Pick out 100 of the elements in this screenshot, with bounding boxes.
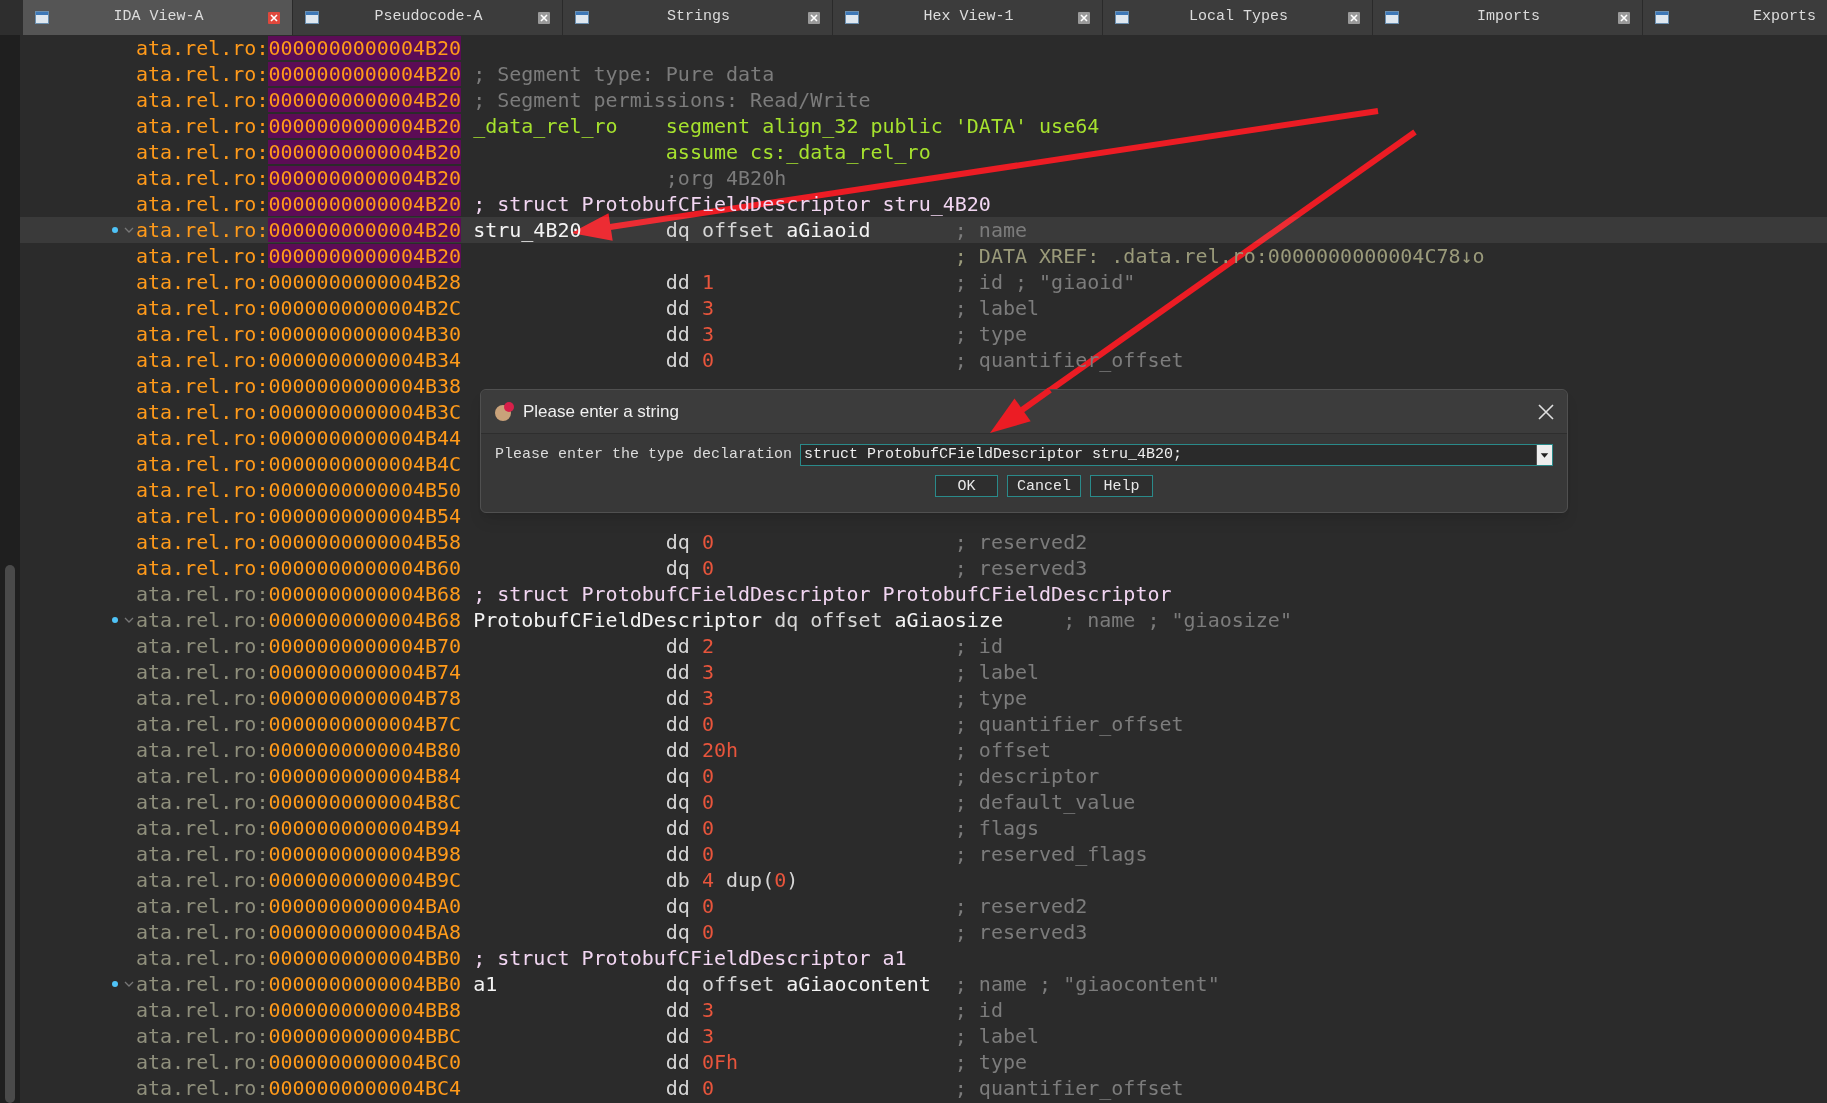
type-declaration-field[interactable]: struct ProtobufCFieldDescriptor stru_4B20; (800, 444, 1553, 467)
dialog-button[interactable]: Cancel (1007, 474, 1081, 497)
comment-text: ; name ; "giaocontent" (954, 971, 1220, 997)
instruction-text: dd 1 (665, 270, 714, 294)
comment-text: ; id (954, 633, 1003, 659)
instruction-text: dq 0 (665, 764, 714, 788)
instruction-text: db 4 dup(0) (665, 868, 799, 892)
address-text: ata.rel.ro:0000000000004B4C (136, 451, 462, 477)
comment-text: ; label (954, 1023, 1040, 1049)
address-text: ata.rel.ro:0000000000004B84 (136, 763, 462, 789)
address-text: ata.rel.ro:0000000000004B78 (136, 685, 462, 711)
address-text: ata.rel.ro:0000000000004B80 (136, 737, 462, 763)
label-text: ; struct ProtobufCFieldDescriptor a1 (473, 946, 907, 970)
instruction-text: ;org 4B20h (665, 166, 787, 190)
address-text: ata.rel.ro:0000000000004BC0 (136, 1049, 462, 1075)
address-text: ata.rel.ro:0000000000004BB8 (136, 997, 462, 1023)
close-icon[interactable] (1537, 402, 1555, 421)
address-text: ata.rel.ro:0000000000004B28 (136, 269, 462, 295)
comment-text: ; default_value (954, 789, 1136, 815)
instruction-text: dq 0 (665, 790, 714, 814)
label-text: ; Segment permissions: Read/Write (473, 88, 871, 112)
close-icon[interactable] (1078, 11, 1090, 24)
dialog-title: Please enter a string (523, 400, 679, 423)
close-icon[interactable] (268, 11, 280, 24)
instruction-text: dq 0 (665, 530, 714, 554)
comment-text: ; reserved3 (954, 919, 1088, 945)
instruction-text: dd 0 (665, 842, 714, 866)
address-text: ata.rel.ro:0000000000004B70 (136, 633, 462, 659)
address-text: ata.rel.ro:0000000000004B2C (136, 295, 462, 321)
address-text: ata.rel.ro:0000000000004BBC (136, 1023, 462, 1049)
window-icon (575, 11, 589, 24)
instruction-text: dq offset aGiaoid (665, 218, 871, 242)
comment-text: ; type (954, 685, 1028, 711)
instruction-text: dd 3 (665, 1024, 714, 1048)
address-text: ata.rel.ro:0000000000004B50 (136, 477, 462, 503)
instruction-text: dd 20h (665, 738, 739, 762)
address-text: ata.rel.ro:0000000000004BA8 (136, 919, 462, 945)
comment-text: ; offset (954, 737, 1052, 763)
address-text: ata.rel.ro:0000000000004B54 (136, 503, 462, 529)
address-text: ata.rel.ro:0000000000004B20 (136, 165, 462, 191)
instruction-text: dd 0 (665, 816, 714, 840)
label-text: ProtobufCFieldDescriptor (473, 608, 763, 632)
window-icon (1385, 11, 1399, 24)
tab[interactable]: IDA View-A (23, 0, 293, 35)
prompt-label: Please enter the type declaration (495, 445, 793, 465)
comment-text: ; quantifier_offset (954, 711, 1184, 737)
address-text: ata.rel.ro:0000000000004B20 (136, 35, 462, 61)
label-text: ; Segment type: Pure data (473, 62, 775, 86)
comment-text: ; id ; "giaoid" (954, 269, 1136, 295)
comment-text: ; reserved2 (954, 893, 1088, 919)
instruction-text: dd 3 (665, 660, 714, 684)
comment-text: ; label (954, 295, 1040, 321)
instruction-text: dq offset aGiaocontent (665, 972, 931, 996)
arrowhead (990, 387, 1052, 433)
comment-text: ; reserved_flags (954, 841, 1148, 867)
close-icon[interactable] (1618, 11, 1630, 24)
comment-text: ; label (954, 659, 1040, 685)
window-icon (35, 11, 49, 24)
instruction-text: dq offset aGiaosize (774, 608, 1003, 632)
window-icon (1655, 11, 1669, 24)
label-text: a1 (473, 972, 498, 996)
tab-label: Local Types (1189, 7, 1288, 28)
chevron-icon[interactable] (124, 616, 134, 624)
address-text: ata.rel.ro:0000000000004B20 (136, 87, 462, 113)
window-icon (1115, 11, 1129, 24)
comment-text: ; type (954, 1049, 1028, 1075)
address-text: ata.rel.ro:0000000000004B94 (136, 815, 462, 841)
label-text: _data_rel_ro (473, 114, 618, 138)
comment-text: ; id (954, 997, 1003, 1023)
dialog-button[interactable]: OK (935, 474, 998, 497)
comment-text: ; type (954, 321, 1028, 347)
address-text: ata.rel.ro:0000000000004B7C (136, 711, 462, 737)
address-text: ata.rel.ro:0000000000004B20 (136, 113, 462, 139)
address-text: ata.rel.ro:0000000000004B20 (136, 191, 462, 217)
address-text: ata.rel.ro:0000000000004B74 (136, 659, 462, 685)
instruction-text: dd 3 (665, 998, 714, 1022)
instruction-text: dd 3 (665, 322, 714, 346)
close-icon[interactable] (808, 11, 820, 24)
close-icon[interactable] (538, 11, 550, 24)
instruction-text: dq 0 (665, 920, 714, 944)
address-text: ata.rel.ro:0000000000004B9C (136, 867, 462, 893)
instruction-text: dq 0 (665, 556, 714, 580)
label-text: stru_4B20 (473, 218, 582, 242)
comment-text: ; name ; "giaosize" (1063, 607, 1292, 633)
tab-label: Exports (1753, 7, 1816, 28)
address-text: ata.rel.ro:0000000000004B60 (136, 555, 462, 581)
close-icon[interactable] (1348, 11, 1360, 24)
address-text: ata.rel.ro:0000000000004B30 (136, 321, 462, 347)
instruction-text: dd 0 (665, 348, 714, 372)
address-text: ata.rel.ro:0000000000004B38 (136, 373, 462, 399)
scrollbar-thumb[interactable] (5, 565, 15, 1103)
address-text: ata.rel.ro:0000000000004B3C (136, 399, 462, 425)
instruction-text: dd 2 (665, 634, 714, 658)
chevron-icon[interactable] (124, 226, 134, 234)
tab-label: Imports (1477, 7, 1540, 28)
comment-text: ; flags (954, 815, 1040, 841)
chevron-icon[interactable] (124, 980, 134, 988)
address-text: ata.rel.ro:0000000000004B20 (136, 139, 462, 165)
address-text: ata.rel.ro:0000000000004BA0 (136, 893, 462, 919)
dialog-button[interactable]: Help (1090, 474, 1153, 497)
